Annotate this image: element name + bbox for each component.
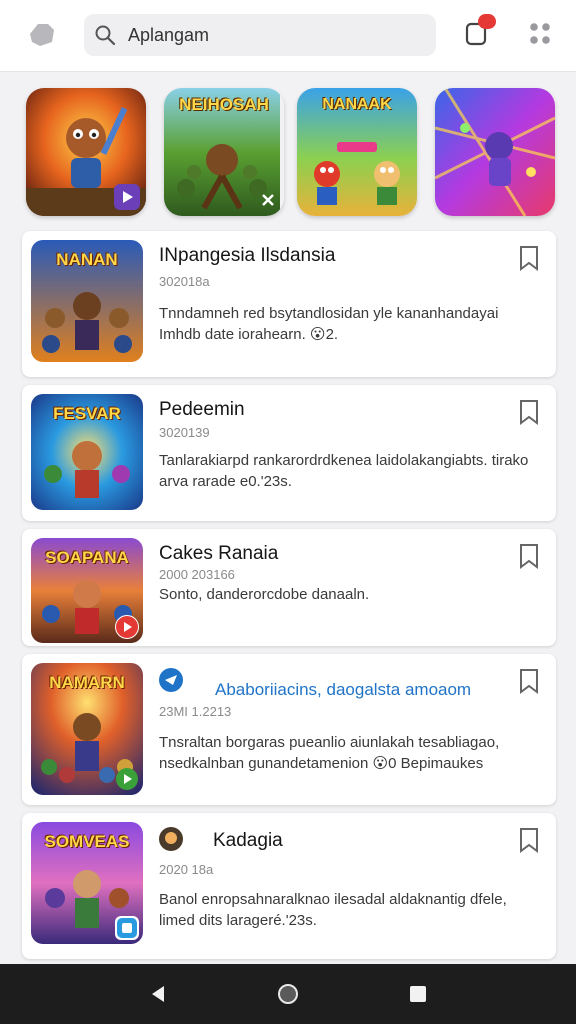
game-thumbnail: NANAN — [31, 240, 143, 362]
item-date: 2020 18a — [159, 862, 214, 877]
item-date: 2000 203166 — [159, 567, 235, 582]
item-date: 302018a — [159, 274, 210, 289]
game-thumbnail: NAMARN — [31, 663, 143, 795]
menu-grid-icon[interactable] — [528, 21, 552, 47]
notification-badge — [478, 14, 496, 29]
list-item[interactable]: NAMARN Ababoriiacins, daogalsta amoaom 2… — [22, 654, 556, 805]
developer-avatar-icon — [159, 668, 183, 692]
thumbnail-title: NANAN — [56, 250, 118, 269]
search-bar[interactable]: Aplangam — [84, 14, 436, 56]
game-thumbnail: SOMVEAS — [31, 822, 143, 944]
list-item[interactable]: SOAPANA Cakes Ranaia 2000 203166 Sonto, … — [22, 529, 556, 646]
item-title[interactable]: Pedeemin — [159, 399, 245, 421]
item-description: Sonto, danderorcdobe danaaln. — [159, 586, 370, 603]
video-icon — [115, 916, 139, 940]
item-title[interactable]: Kadagia — [213, 830, 283, 852]
item-description: Tnndamneh red bsytandlosidan yle kananha… — [159, 305, 499, 343]
item-description: Banol enropsahnaralknao ilesadal aldakna… — [159, 891, 507, 929]
top-app-bar: Aplangam — [0, 0, 576, 72]
game-thumbnail: FESVAR — [31, 394, 143, 510]
system-navigation-bar — [0, 964, 576, 1024]
item-description: Tanlarakiarpd rankarordrdkenea laidolaka… — [159, 452, 529, 490]
list-item[interactable]: FESVAR Pedeemin 3020139 Tanlarakiarpd ra… — [22, 385, 556, 521]
search-input-text[interactable]: Aplangam — [128, 25, 209, 46]
play-icon — [115, 615, 139, 639]
featured-game-2[interactable]: NEIHOSAH — [164, 88, 284, 216]
bookmark-icon[interactable] — [518, 543, 540, 569]
home-icon[interactable] — [276, 982, 300, 1006]
developer-avatar-icon — [159, 827, 183, 851]
bookmark-icon[interactable] — [518, 245, 540, 271]
featured-games-row: NEIHOSAH NANAAK — [0, 88, 576, 220]
thumbnail-title: NAMARN — [49, 673, 125, 692]
item-date: 3020139 — [159, 425, 210, 440]
notification-button[interactable] — [464, 14, 496, 48]
app-logo-icon[interactable] — [26, 20, 56, 48]
item-title[interactable]: INpangesia Ilsdansia — [159, 245, 335, 267]
thumbnail-title: FESVAR — [53, 404, 121, 423]
item-title[interactable]: Cakes Ranaia — [159, 543, 278, 565]
game-thumbnail: SOAPANA — [31, 538, 143, 643]
thumbnail-title: SOAPANA — [45, 548, 129, 567]
back-icon[interactable] — [146, 982, 170, 1006]
featured-game-title: NEIHOSAH — [179, 95, 269, 114]
featured-game-4[interactable] — [435, 88, 555, 216]
list-item[interactable]: NANAN INpangesia Ilsdansia 302018a Tnnda… — [22, 231, 556, 377]
item-description: Tnsraltan borgaras pueanlio aiunlakah te… — [159, 734, 500, 772]
bookmark-icon[interactable] — [518, 668, 540, 694]
thumbnail-title: SOMVEAS — [44, 832, 130, 851]
play-icon — [115, 767, 139, 791]
list-item[interactable]: SOMVEAS Kadagia 2020 18a Banol enropsahn… — [22, 813, 556, 959]
bookmark-icon[interactable] — [518, 399, 540, 425]
bookmark-icon[interactable] — [518, 827, 540, 853]
recent-apps-icon[interactable] — [406, 982, 430, 1006]
featured-game-1[interactable] — [26, 88, 146, 216]
item-title[interactable]: Ababoriiacins, daogalsta amoaom — [215, 680, 471, 700]
item-date: 23MI 1.2213 — [159, 704, 232, 719]
close-icon[interactable] — [260, 192, 276, 208]
featured-game-title: NANAAK — [322, 96, 392, 113]
featured-game-3[interactable]: NANAAK — [297, 88, 417, 216]
search-icon — [95, 25, 116, 46]
play-icon — [114, 184, 140, 210]
